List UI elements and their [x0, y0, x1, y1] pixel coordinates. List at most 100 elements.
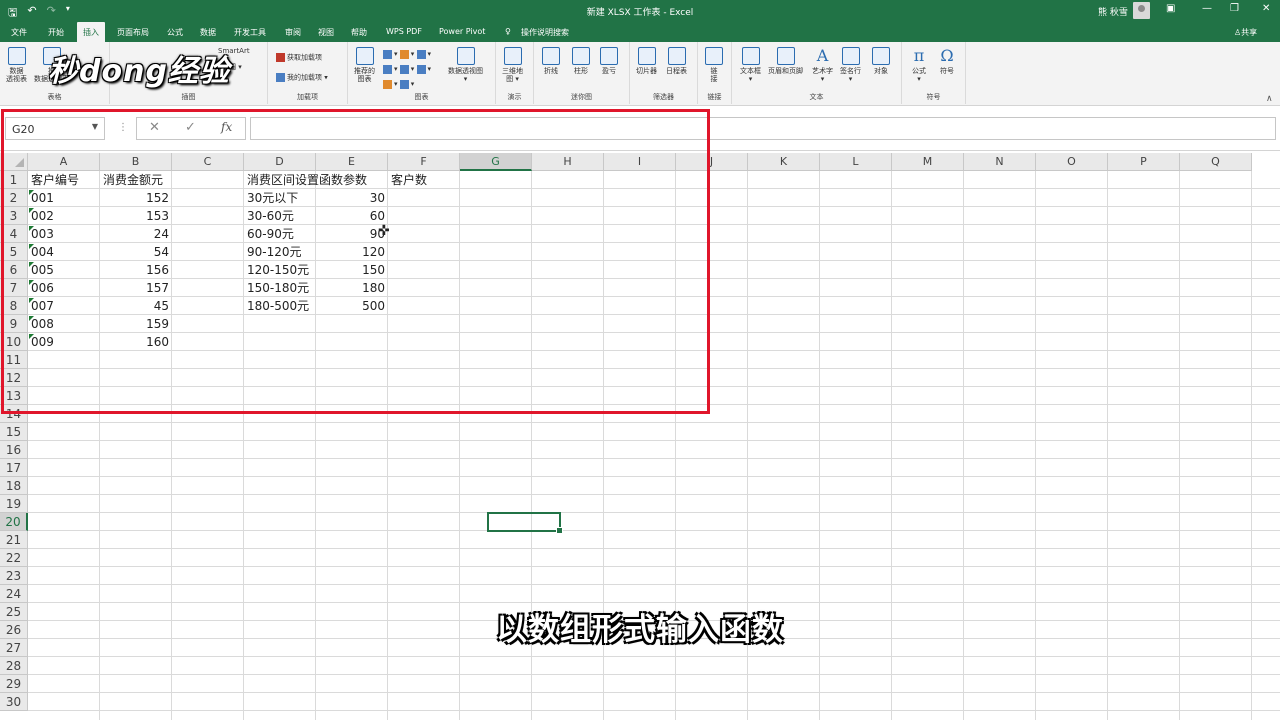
- line-chart-icon[interactable]: [383, 64, 392, 74]
- column-header-q[interactable]: Q: [1180, 153, 1252, 171]
- row-header-18[interactable]: 18: [0, 477, 28, 495]
- pie-chart-icon[interactable]: [383, 79, 392, 89]
- row-header-15[interactable]: 15: [0, 423, 28, 441]
- row-header-28[interactable]: 28: [0, 657, 28, 675]
- pivottable-icon: [7, 47, 26, 65]
- area-chart-icon[interactable]: [416, 64, 426, 74]
- signature-line-button[interactable]: 签名行 ▾: [840, 47, 861, 83]
- group-label-illustrations: 插图: [181, 93, 196, 101]
- excel-window: 🖫 ↶ ↷ ▾ 新建 XLSX 工作表 - Excel 熊 秋雪 ▣ — ❐ ✕…: [0, 0, 1280, 720]
- group-label-charts: 图表: [414, 93, 429, 101]
- signature-icon: [841, 47, 860, 65]
- tab-home[interactable]: 开始: [48, 27, 64, 38]
- timeline-icon: [667, 47, 686, 65]
- group-label-symbols: 符号: [926, 93, 941, 101]
- window-title: 新建 XLSX 工作表 - Excel: [586, 8, 694, 18]
- column-header-n[interactable]: N: [964, 153, 1036, 171]
- share-button[interactable]: ♙共享: [1234, 27, 1257, 38]
- row-header-20[interactable]: 20: [0, 513, 28, 531]
- watermark-logo: 秒dong经验: [48, 54, 230, 89]
- object-icon: [872, 47, 890, 65]
- tab-page-layout[interactable]: 页面布局: [117, 27, 149, 38]
- minimize-icon[interactable]: —: [1202, 3, 1212, 14]
- video-caption: 以数组形式输入函数: [496, 612, 784, 648]
- sparkline-winloss-button[interactable]: 盈亏: [600, 47, 618, 75]
- wordart-button[interactable]: A 艺术字 ▾: [812, 46, 833, 84]
- row-header-17[interactable]: 17: [0, 459, 28, 477]
- group-sparklines: 折线 柱形 盈亏 迷你图: [534, 42, 630, 104]
- collapse-ribbon-icon[interactable]: ∧: [1266, 94, 1273, 104]
- column-chart-icon[interactable]: [383, 49, 392, 59]
- sparkline-line-button[interactable]: 折线: [542, 47, 560, 75]
- row-header-24[interactable]: 24: [0, 585, 28, 603]
- column-header-k[interactable]: K: [748, 153, 820, 171]
- object-button[interactable]: 对象: [872, 47, 890, 75]
- tab-wps-pdf[interactable]: WPS PDF: [386, 27, 422, 36]
- tell-me-search[interactable]: 操作说明搜索: [521, 27, 569, 38]
- link-button[interactable]: 链 接: [705, 47, 723, 83]
- tab-power-pivot[interactable]: Power Pivot: [439, 27, 485, 36]
- slicer-button[interactable]: 切片器: [636, 47, 657, 75]
- row-header-22[interactable]: 22: [0, 549, 28, 567]
- group-label-text: 文本: [809, 93, 824, 101]
- pivottable-button[interactable]: 数据 透视表: [6, 47, 27, 83]
- store-icon: [276, 53, 285, 62]
- group-links: 链 接 链接: [698, 42, 732, 104]
- tab-file[interactable]: 文件: [11, 27, 27, 38]
- pi-icon: π: [913, 46, 925, 65]
- active-cell-g20[interactable]: [487, 512, 563, 534]
- tab-insert[interactable]: 插入: [77, 22, 105, 42]
- header-footer-button[interactable]: 页眉和页脚: [768, 47, 803, 75]
- title-bar: 🖫 ↶ ↷ ▾ 新建 XLSX 工作表 - Excel 熊 秋雪 ▣ — ❐ ✕: [0, 0, 1280, 22]
- my-addins-icon: [276, 73, 285, 82]
- winloss-sparkline-icon: [600, 47, 618, 65]
- my-addins-button[interactable]: 我的加载项 ▾: [276, 73, 328, 82]
- column-header-l[interactable]: L: [820, 153, 892, 171]
- statistic-chart-icon[interactable]: [416, 49, 426, 59]
- row-header-16[interactable]: 16: [0, 441, 28, 459]
- sparkline-column-button[interactable]: 柱形: [572, 47, 590, 75]
- tab-formulas[interactable]: 公式: [167, 27, 183, 38]
- textbox-button[interactable]: 文本框 ▾: [740, 47, 761, 83]
- lightbulb-icon: ♀: [505, 27, 511, 36]
- chart-types-gallery[interactable]: ▾ ▾ ▾ ▾ ▾ ▾ ▾ ▾: [383, 47, 431, 92]
- close-icon[interactable]: ✕: [1262, 3, 1270, 14]
- row-header-19[interactable]: 19: [0, 495, 28, 513]
- line-sparkline-icon: [542, 47, 560, 65]
- waterfall-chart-icon[interactable]: [399, 64, 409, 74]
- recommended-charts-button[interactable]: 推荐的 图表: [354, 47, 375, 83]
- row-header-23[interactable]: 23: [0, 567, 28, 585]
- restore-icon[interactable]: ❐: [1230, 3, 1239, 14]
- wordart-icon: A: [816, 46, 829, 65]
- 3d-map-button[interactable]: 三维地 图 ▾: [502, 47, 523, 83]
- get-addins-button[interactable]: 获取加载项: [276, 53, 322, 62]
- avatar[interactable]: [1133, 2, 1150, 19]
- group-addins: 获取加载项 我的加载项 ▾ 加载项: [268, 42, 348, 104]
- user-name[interactable]: 熊 秋雪: [1098, 5, 1128, 18]
- group-label-tables: 表格: [47, 93, 62, 101]
- pivotchart-icon: [456, 47, 475, 65]
- tab-data[interactable]: 数据: [200, 27, 216, 38]
- tab-review[interactable]: 审阅: [285, 27, 301, 38]
- timeline-button[interactable]: 日程表: [666, 47, 687, 75]
- tab-developer[interactable]: 开发工具: [234, 27, 266, 38]
- ribbon-tabs: 文件 开始 插入 页面布局 公式 数据 开发工具 审阅 视图 帮助 WPS PD…: [0, 22, 1280, 42]
- group-label-sparklines: 迷你图: [571, 93, 592, 101]
- column-header-p[interactable]: P: [1108, 153, 1180, 171]
- tab-view[interactable]: 视图: [318, 27, 334, 38]
- row-header-30[interactable]: 30: [0, 693, 28, 711]
- ribbon-display-icon[interactable]: ▣: [1166, 3, 1175, 14]
- scatter-chart-icon[interactable]: [399, 79, 409, 89]
- tab-help[interactable]: 帮助: [351, 27, 367, 38]
- symbol-button[interactable]: Ω 符号: [938, 47, 956, 76]
- row-header-21[interactable]: 21: [0, 531, 28, 549]
- equation-button[interactable]: π 公式 ▾: [910, 46, 928, 84]
- column-sparkline-icon: [572, 47, 590, 65]
- column-header-o[interactable]: O: [1036, 153, 1108, 171]
- pivotchart-button[interactable]: 数据透视图 ▾: [448, 47, 483, 83]
- hierarchy-chart-icon[interactable]: [399, 49, 409, 59]
- column-header-m[interactable]: M: [892, 153, 964, 171]
- textbox-icon: [741, 47, 760, 65]
- row-header-29[interactable]: 29: [0, 675, 28, 693]
- link-globe-icon: [705, 47, 723, 65]
